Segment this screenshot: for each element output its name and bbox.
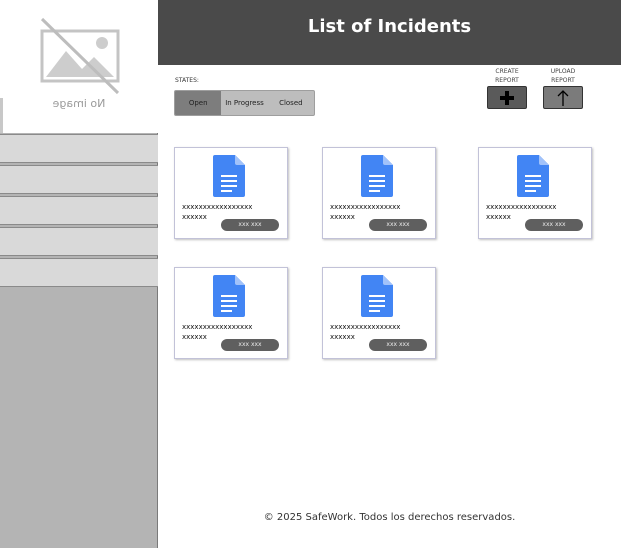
document-icon [361,155,393,197]
incident-tag: xxx xxx [369,219,427,231]
create-report-label-1: CREATE [495,68,519,75]
sidebar-item-1[interactable] [0,134,158,163]
page-title: List of Incidents [307,16,472,37]
state-closed-tab[interactable]: Closed [268,91,314,115]
create-report-button[interactable] [487,86,527,109]
state-in-progress-tab[interactable]: In Progress [221,91,267,115]
upload-report-button[interactable] [543,86,583,109]
no-image-caption: No image [52,97,106,110]
sidebar-item-4[interactable] [0,227,158,256]
logo-area: No image [0,0,158,133]
upload-report-label-1: UPLOAD [550,68,576,75]
page-header: List of Incidents [158,0,621,65]
states-label: STATES: [175,77,199,84]
incident-tag: xxx xxx [221,219,279,231]
incident-card[interactable]: xxxxxxxxxxxxxxxxx xxxxxx xxx xxx [478,147,592,239]
incident-card[interactable]: xxxxxxxxxxxxxxxxx xxxxxx xxx xxx [322,267,436,359]
incident-card[interactable]: xxxxxxxxxxxxxxxxx xxxxxx xxx xxx [174,147,288,239]
sidebar-item-5[interactable] [0,258,158,287]
document-icon [517,155,549,197]
upload-report-label-2: REPORT [551,77,575,84]
sidebar-item-2[interactable] [0,165,158,194]
upload-arrow-icon [557,89,569,106]
state-filter-segmented: Open In Progress Closed [174,90,315,116]
incident-card[interactable]: xxxxxxxxxxxxxxxxx xxxxxx xxx xxx [174,267,288,359]
app-root: No image List of Incidents STATES: Open … [0,0,621,548]
sidebar: No image [0,0,158,548]
incident-card[interactable]: xxxxxxxxxxxxxxxxx xxxxxx xxx xxx [322,147,436,239]
no-image-icon [40,17,120,95]
sidebar-item-3[interactable] [0,196,158,225]
document-icon [361,275,393,317]
create-report-label-2: REPORT [495,77,519,84]
incident-tag: xxx xxx [369,339,427,351]
state-open-tab[interactable]: Open [175,91,222,115]
upload-report-group: UPLOAD REPORT [543,67,583,109]
document-icon [213,275,245,317]
create-report-group: CREATE REPORT [487,67,527,109]
footer-copyright: © 2025 SafeWork. Todos los derechos rese… [263,512,516,523]
logo-tab-marker [0,98,3,133]
sidebar-nav [0,134,158,289]
document-icon [213,155,245,197]
plus-icon [500,90,514,105]
incident-tag: xxx xxx [221,339,279,351]
incident-tag: xxx xxx [525,219,583,231]
